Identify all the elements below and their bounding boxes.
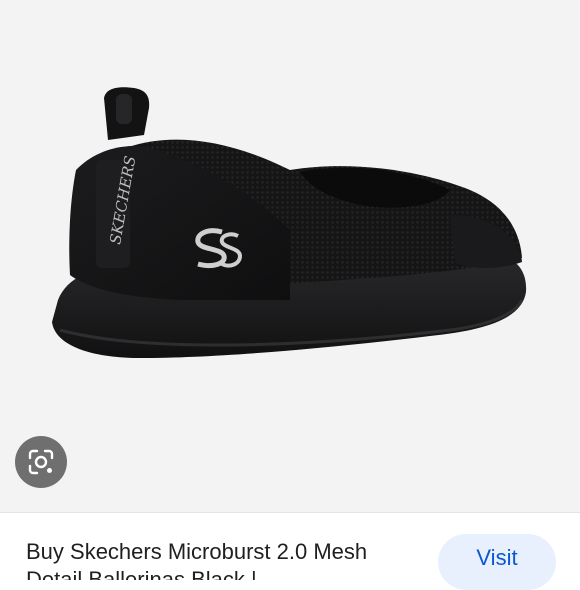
visit-button[interactable]: Visit: [438, 534, 556, 590]
divider: [0, 512, 580, 513]
result-title-link[interactable]: Buy Skechers Microburst 2.0 Mesh Detail …: [26, 538, 406, 580]
google-lens-button[interactable]: [15, 436, 67, 488]
product-image: SKECHERS: [52, 87, 527, 358]
google-lens-icon: [28, 449, 54, 475]
product-image-pane: SKECHERS: [0, 0, 580, 512]
